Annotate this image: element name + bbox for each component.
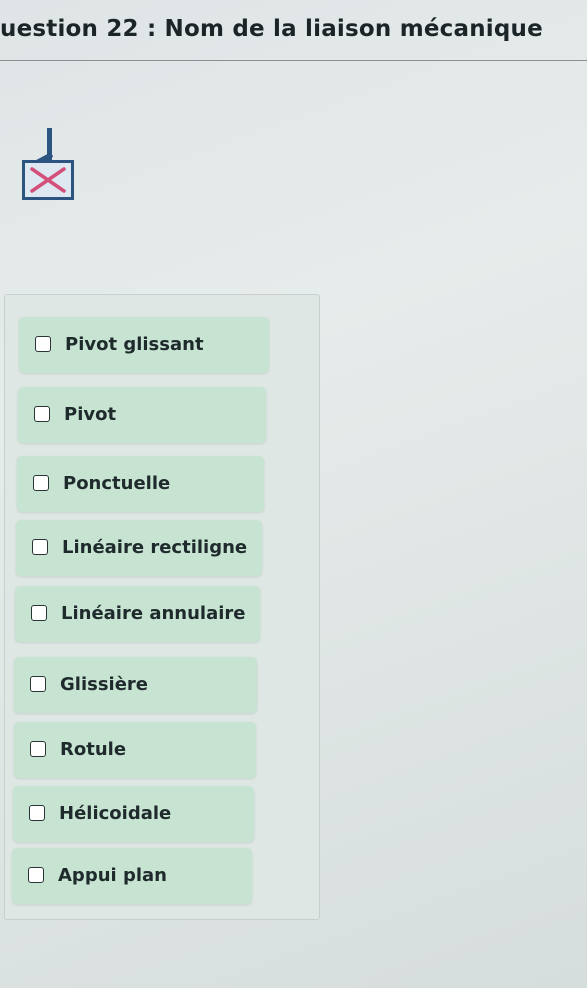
checkbox[interactable] [29, 805, 45, 821]
option-label: Appui plan [58, 865, 167, 886]
option-lineaire-rectiligne[interactable]: Linéaire rectiligne [16, 520, 262, 576]
option-glissiere[interactable]: Glissière [14, 657, 257, 713]
checkbox[interactable] [34, 406, 50, 422]
checkbox[interactable] [31, 605, 47, 621]
option-ponctuelle[interactable]: Ponctuelle [17, 456, 264, 512]
question-header: uestion 22 : Nom de la liaison mécanique [0, 0, 587, 61]
question-title: uestion 22 : Nom de la liaison mécanique [0, 16, 543, 42]
option-helicoidale[interactable]: Hélicoidale [13, 786, 254, 842]
option-label: Linéaire rectiligne [62, 537, 248, 558]
mechanical-symbol-figure [22, 128, 78, 208]
symbol-box [22, 160, 74, 200]
option-label: Hélicoidale [59, 803, 172, 824]
option-label: Pivot [64, 404, 117, 425]
answer-options-panel: Pivot glissant Pivot Ponctuelle Linéaire… [4, 294, 320, 920]
checkbox[interactable] [28, 867, 44, 883]
checkbox[interactable] [33, 475, 49, 491]
option-label: Ponctuelle [63, 473, 171, 494]
option-pivot[interactable]: Pivot [18, 387, 266, 443]
option-appui-plan[interactable]: Appui plan [12, 848, 252, 904]
option-label: Linéaire annulaire [61, 603, 246, 624]
close-icon [30, 167, 66, 193]
option-pivot-glissant[interactable]: Pivot glissant [19, 317, 269, 373]
option-rotule[interactable]: Rotule [14, 722, 256, 778]
checkbox[interactable] [30, 741, 46, 757]
option-lineaire-annulaire[interactable]: Linéaire annulaire [15, 586, 260, 642]
option-label: Pivot glissant [65, 334, 204, 355]
checkbox[interactable] [32, 539, 48, 555]
checkbox[interactable] [30, 676, 46, 692]
option-label: Rotule [60, 739, 127, 760]
checkbox[interactable] [35, 336, 51, 352]
option-label: Glissière [60, 674, 149, 695]
